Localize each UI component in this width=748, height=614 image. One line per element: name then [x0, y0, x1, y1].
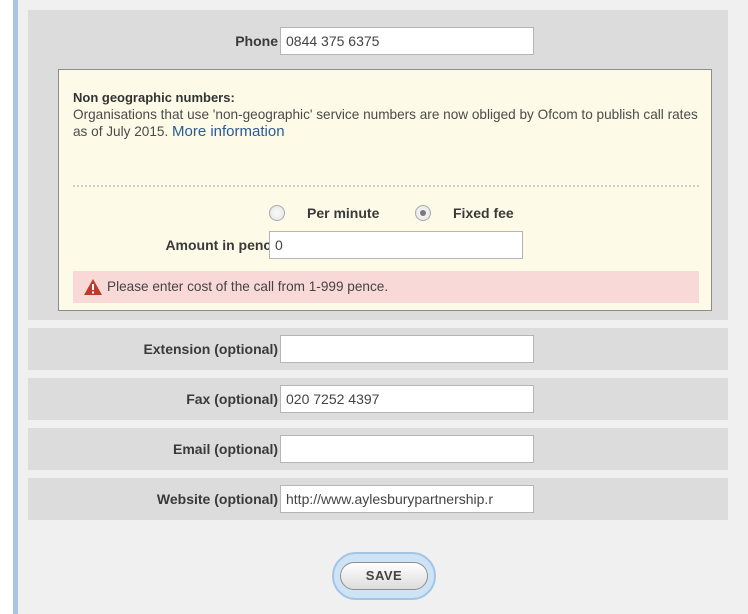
save-button-focus-ring: SAVE — [332, 552, 436, 600]
notice-text: Organisations that use 'non-geographic' … — [73, 107, 698, 139]
per-minute-radio[interactable] — [269, 205, 285, 221]
error-text: Please enter cost of the call from 1-999… — [107, 279, 389, 294]
notice-body: Organisations that use 'non-geographic' … — [73, 106, 703, 140]
email-row: Email (optional) — [28, 428, 728, 470]
warning-icon — [84, 279, 102, 295]
per-minute-label[interactable]: Per minute — [307, 205, 379, 221]
extension-input[interactable] — [280, 335, 534, 363]
phone-section: Phone 0844 375 6375 Non geographic numbe… — [28, 10, 728, 320]
extension-label: Extension (optional) — [143, 341, 278, 357]
error-message: Please enter cost of the call from 1-999… — [73, 271, 699, 303]
amount-input[interactable]: 0 — [269, 231, 523, 259]
page-margin — [0, 0, 12, 614]
form-top-strip — [18, 0, 748, 10]
non-geographic-notice: Non geographic numbers: Organisations th… — [58, 69, 712, 311]
fixed-fee-radio[interactable] — [415, 205, 431, 221]
email-input[interactable] — [280, 435, 534, 463]
notice-title: Non geographic numbers: — [73, 90, 235, 105]
fax-input[interactable]: 020 7252 4397 — [280, 385, 534, 413]
fax-row: Fax (optional) 020 7252 4397 — [28, 378, 728, 420]
email-label: Email (optional) — [173, 441, 278, 457]
website-label: Website (optional) — [156, 491, 278, 507]
dotted-divider — [73, 185, 699, 187]
fax-label: Fax (optional) — [186, 391, 278, 407]
contact-form: Phone 0844 375 6375 Non geographic numbe… — [18, 0, 748, 614]
fixed-fee-label[interactable]: Fixed fee — [453, 205, 514, 221]
amount-label: Amount in pence — [165, 237, 279, 253]
more-information-link[interactable]: More information — [172, 123, 285, 140]
save-button[interactable]: SAVE — [340, 562, 428, 590]
website-row: Website (optional) http://www.aylesburyp… — [28, 478, 728, 520]
phone-label: Phone — [235, 33, 278, 49]
rate-type-options: Per minute Fixed fee — [59, 204, 713, 224]
extension-row: Extension (optional) — [28, 328, 728, 370]
phone-input[interactable]: 0844 375 6375 — [280, 27, 534, 55]
website-input[interactable]: http://www.aylesburypartnership.r — [280, 485, 534, 513]
